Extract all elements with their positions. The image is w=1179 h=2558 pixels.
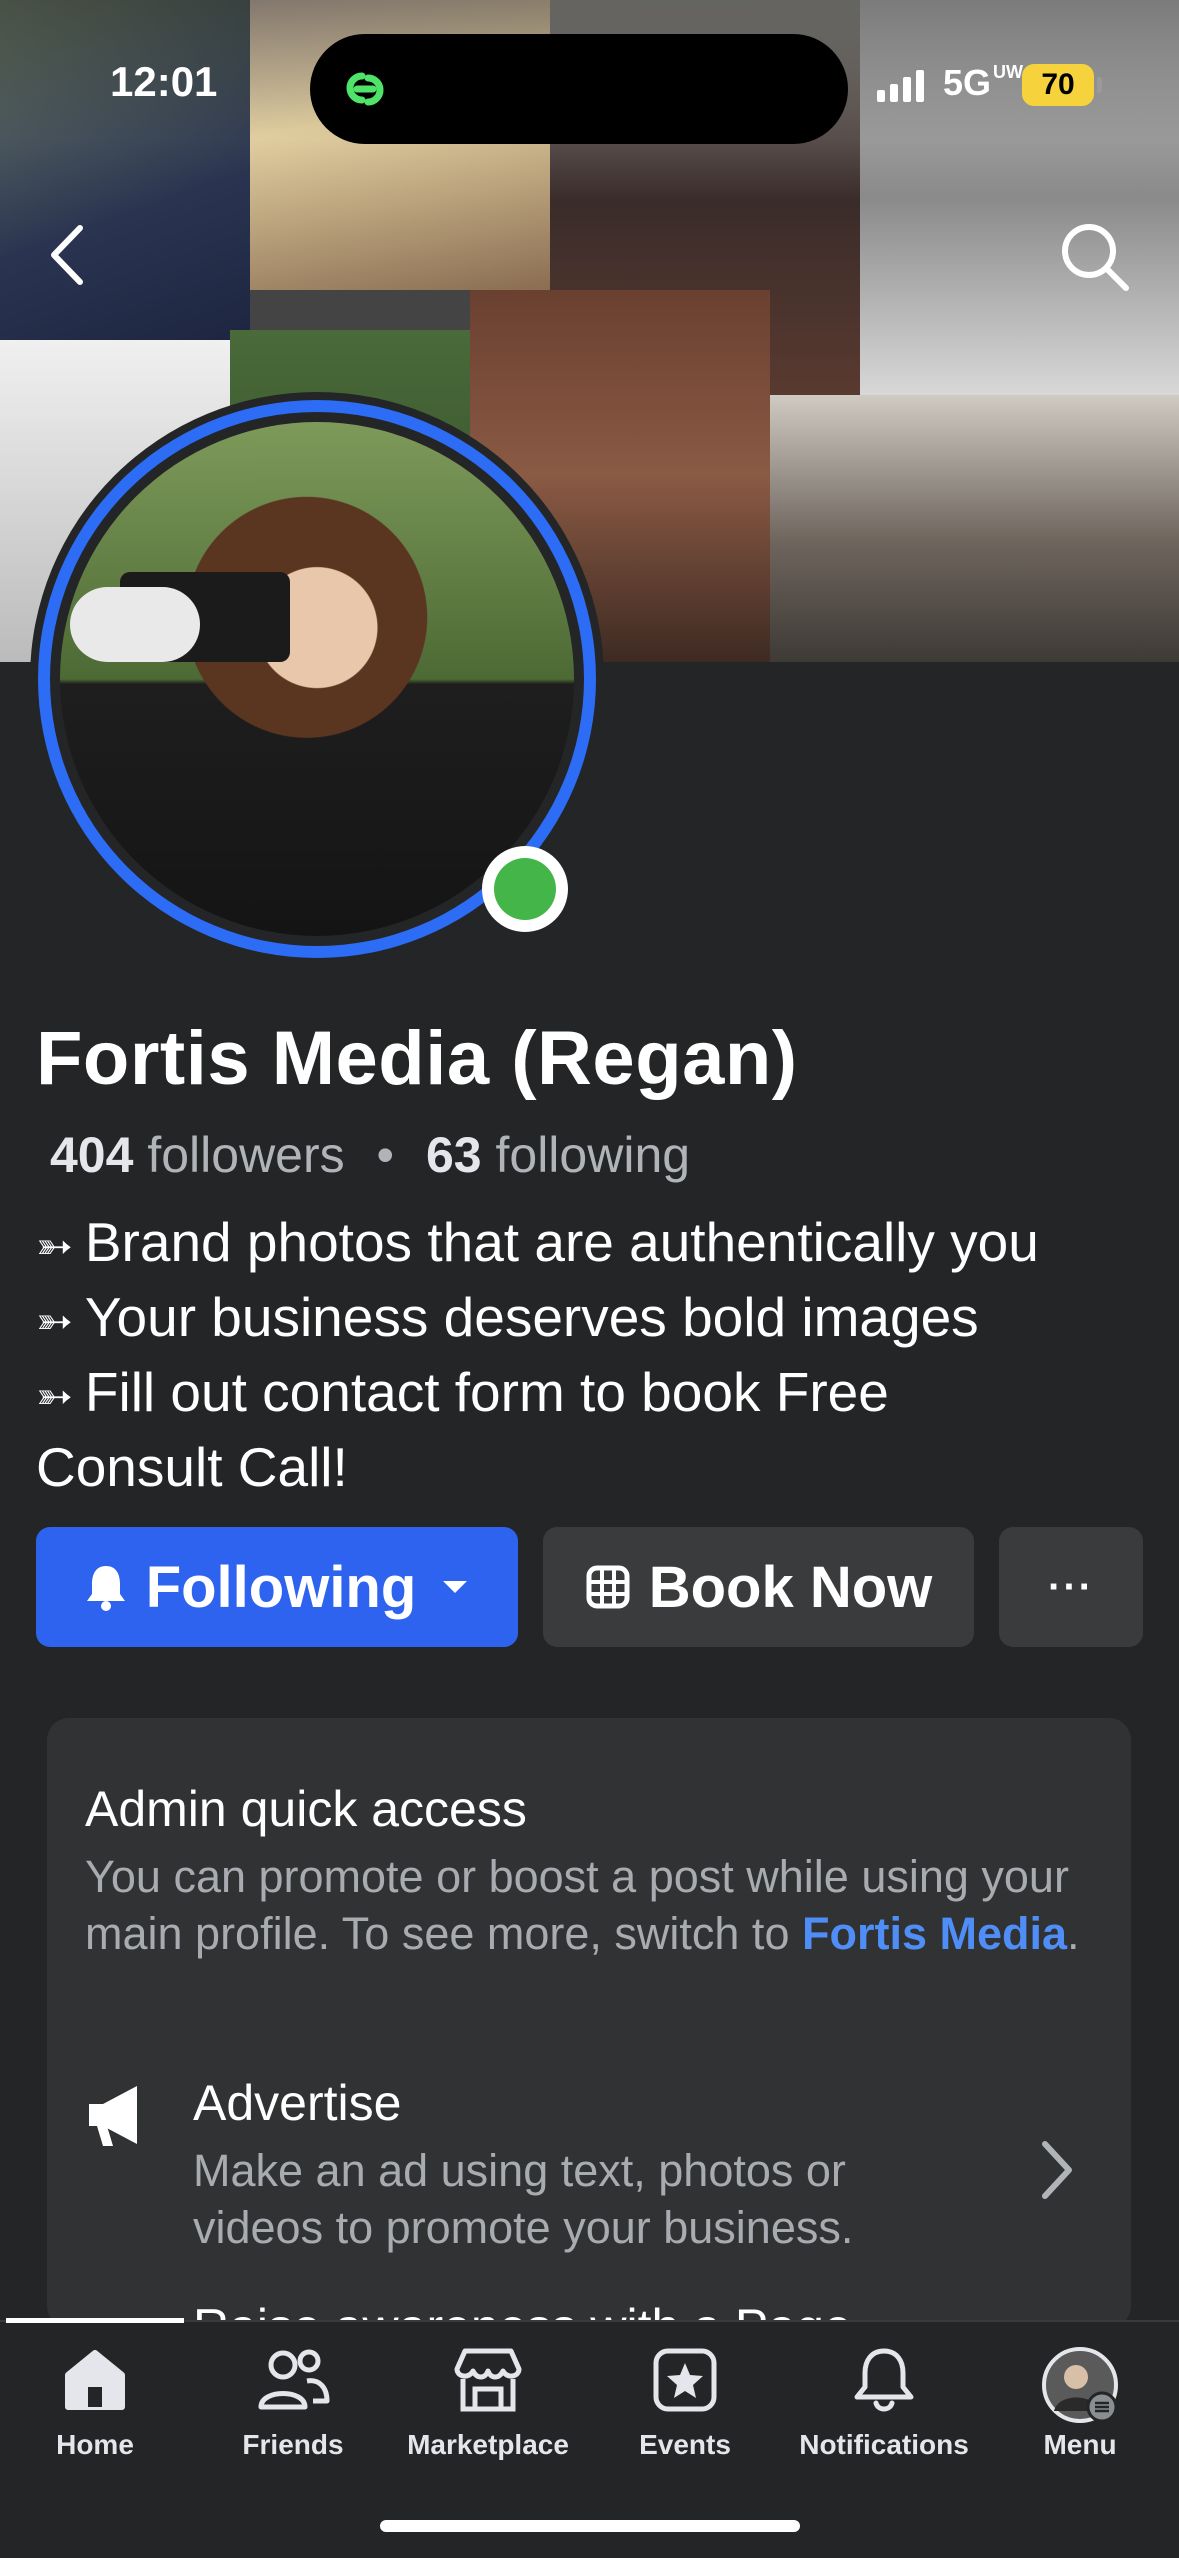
arrow-bullet-icon: ➳ [36,1222,73,1271]
bio-text: Consult Call! [36,1436,348,1498]
following-button[interactable]: Following [36,1527,518,1647]
following-label: Following [145,1554,417,1620]
tab-menu[interactable]: Menu [985,2345,1175,2461]
arrow-bullet-icon: ➳ [36,1372,73,1421]
calendar-grid-icon [586,1565,630,1609]
tab-label: Events [639,2429,731,2460]
network-type: 5G UW [943,62,1024,103]
followers-count[interactable]: 404 [50,1127,133,1183]
bio-line: ➳ Fill out contact form to book Free [36,1357,1156,1432]
search-icon[interactable] [1056,218,1132,294]
advertise-description: Make an ad using text, photos or videos … [193,2145,854,2253]
bio-line: ➳ Brand photos that are authentically you [36,1207,1156,1282]
dynamic-island [310,34,848,144]
bio-line: ➳ Your business deserves bold images [36,1282,1156,1357]
more-options-button[interactable]: ··· [999,1527,1143,1647]
bio-text: Brand photos that are authentically you [84,1211,1039,1273]
tab-label: Marketplace [407,2429,569,2460]
tab-label: Menu [1043,2429,1117,2460]
online-status-dot [494,858,556,920]
stats-separator: • [376,1127,395,1183]
active-tab-indicator [6,2318,184,2323]
bio: ➳ Brand photos that are authentically you… [36,1207,1156,1503]
book-now-label: Book Now [648,1554,933,1620]
megaphone-icon [89,2086,137,2146]
book-now-button[interactable]: Book Now [543,1527,974,1647]
cellular-signal-icon [877,70,924,102]
bell-icon [86,1566,125,1611]
tab-label: Notifications [799,2429,969,2460]
tab-marketplace[interactable]: Marketplace [393,2345,583,2461]
tab-notifications[interactable]: Notifications [789,2345,979,2461]
tab-friends[interactable]: Friends [198,2345,388,2461]
switch-profile-link[interactable]: Fortis Media [802,1908,1067,1959]
card-desc-suffix: . [1067,1908,1080,1959]
bio-line: Consult Call! [36,1432,1156,1503]
bio-text: Your business deserves bold images [84,1286,979,1348]
back-icon[interactable] [40,222,96,288]
home-icon [65,2350,125,2410]
events-icon [653,2348,717,2412]
avatar-menu-icon [1042,2347,1118,2423]
bell-icon [854,2348,914,2412]
tab-events[interactable]: Events [590,2345,780,2461]
followers-label[interactable]: followers [147,1127,344,1183]
caret-down-icon [443,1581,468,1593]
battery-tip [1097,77,1102,93]
tab-home[interactable]: Home [0,2345,190,2461]
friends-icon [258,2349,330,2410]
more-icon: ··· [1048,1564,1094,1609]
arrow-bullet-icon: ➳ [36,1297,73,1346]
follow-stats: 404 followers • 63 following [50,1126,690,1184]
tab-label: Friends [242,2429,344,2460]
admin-quick-access-card: Admin quick access You can promote or bo… [47,1718,1131,2328]
following-label[interactable]: following [496,1127,691,1183]
advertise-title[interactable]: Advertise [193,2074,401,2132]
bio-text: Fill out contact form to book Free [84,1361,889,1423]
card-description: You can promote or boost a post while us… [85,1848,1095,1962]
page-title: Fortis Media (Regan) [36,1016,798,1101]
following-count[interactable]: 63 [426,1127,482,1183]
lens-shape [70,587,200,662]
status-time: 12:01 [110,58,218,105]
cover-tile [770,395,1179,662]
tab-label: Home [56,2429,134,2460]
home-indicator[interactable] [380,2520,800,2532]
chevron-right-icon[interactable] [1037,2138,1077,2202]
marketplace-icon [454,2348,522,2412]
battery-indicator: 70 [1022,64,1094,106]
card-title: Admin quick access [85,1781,527,1837]
link-app-icon [346,72,384,106]
